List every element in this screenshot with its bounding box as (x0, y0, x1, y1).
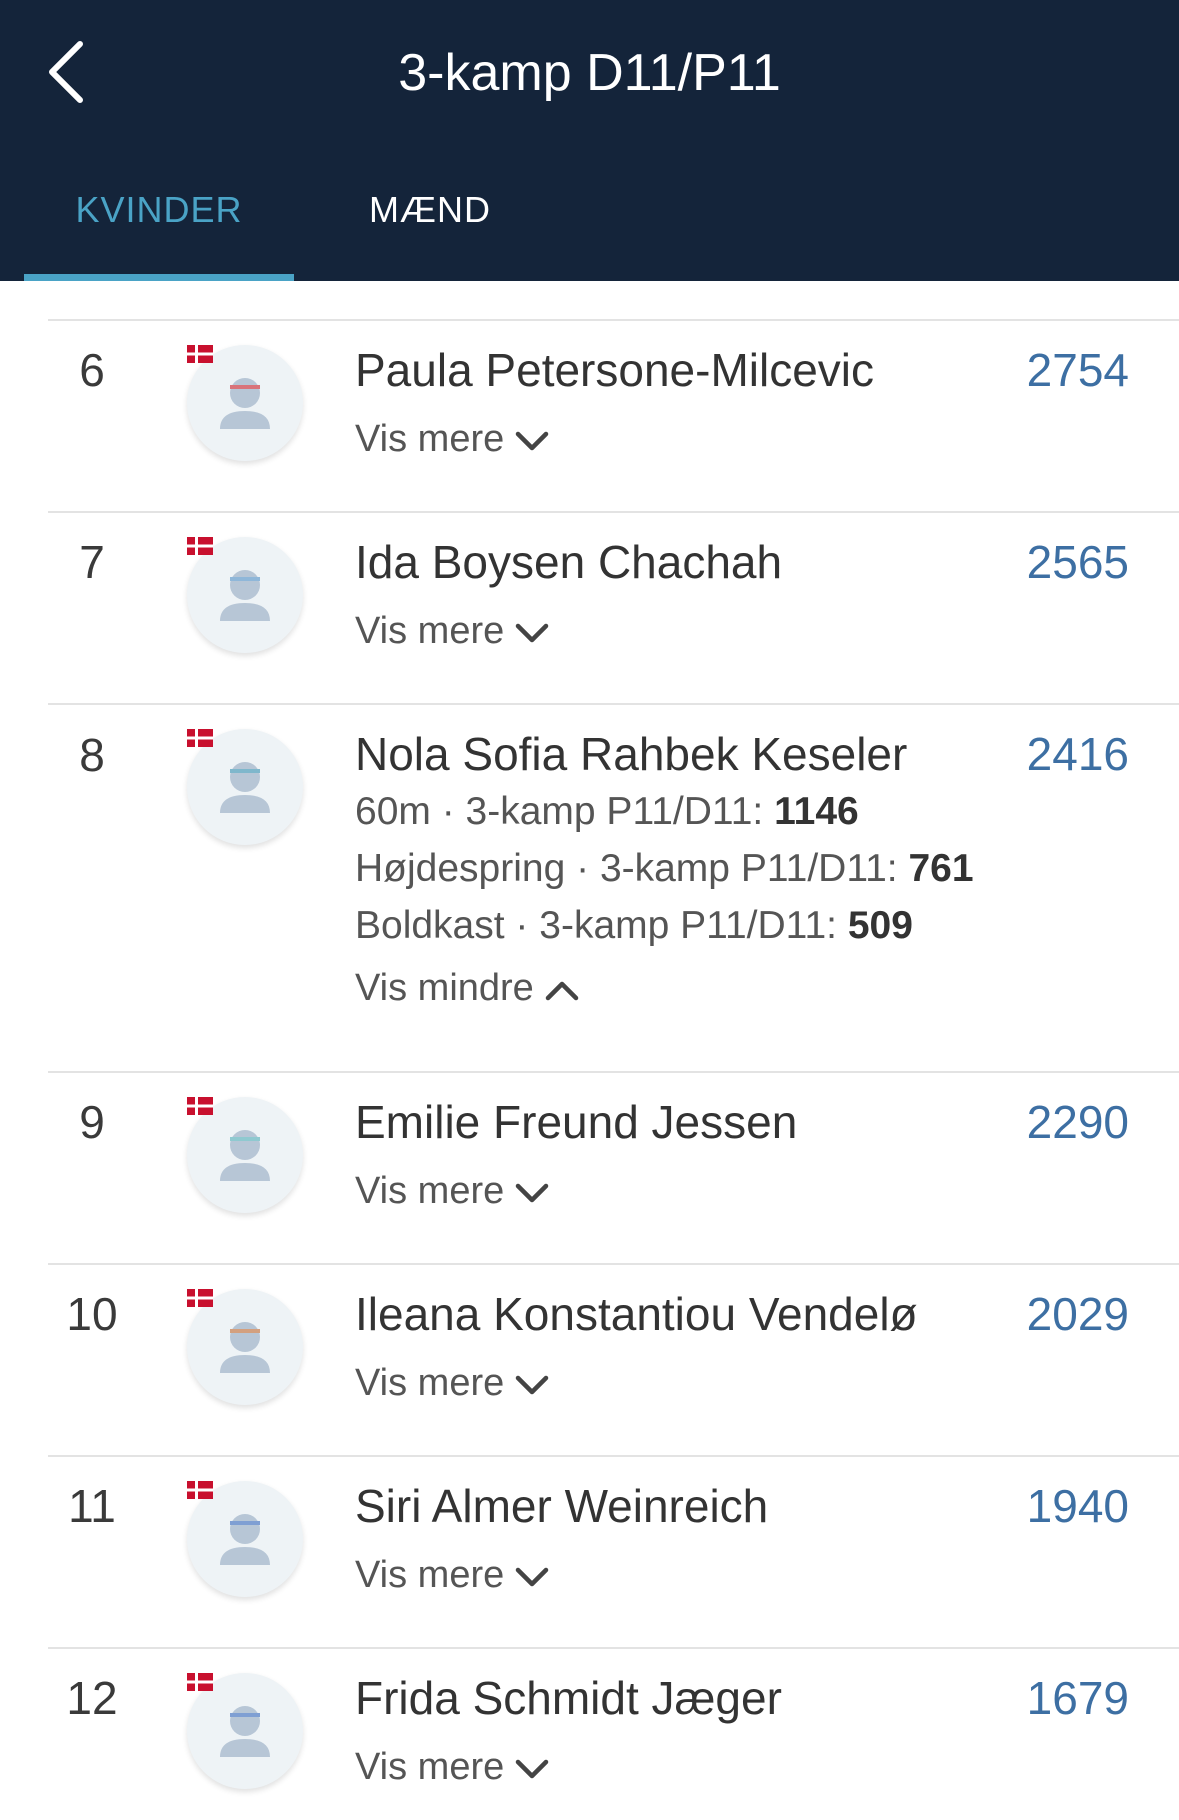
result-row[interactable]: 7 Ida Boysen Chachah 2565 Vis mere (0, 473, 1179, 665)
avatar (187, 1289, 303, 1405)
show-more-toggle[interactable]: Vis mere (355, 1170, 550, 1213)
rank-number: 10 (66, 1288, 118, 1340)
separator-dot: · (565, 847, 600, 890)
athlete-name: Paula Petersone-Milcevic (355, 344, 875, 396)
rank-number: 7 (79, 536, 105, 588)
active-tab-indicator (24, 274, 294, 281)
total-score: 1679 (1026, 1672, 1129, 1724)
denmark-flag-icon (187, 345, 213, 363)
show-more-toggle[interactable]: Vis mere (355, 418, 550, 461)
result-row[interactable]: 6 Paula Petersone-Milcevic 2754 Vis mere (0, 281, 1179, 473)
athlete-name: Ida Boysen Chachah (355, 536, 783, 588)
result-row[interactable]: 10 Ileana Konstantiou Vendelø 2029 Vis mere (0, 1225, 1179, 1417)
result-row[interactable]: 9 Emilie Freund Jessen 2290 Vis mere (0, 1033, 1179, 1225)
result-row[interactable]: 12 Frida Schmidt Jæger 1679 Vis mere (0, 1609, 1179, 1801)
event-points: 761 (908, 847, 974, 890)
show-more-toggle[interactable]: Vis mere (355, 610, 550, 653)
toggle-label: Vis mere (355, 1746, 505, 1788)
event-name: Højdespring (355, 847, 566, 890)
rank-number: 11 (68, 1480, 116, 1532)
event-points: 509 (847, 904, 913, 947)
denmark-flag-icon (187, 1097, 213, 1115)
total-score: 2565 (1026, 536, 1129, 588)
tab-women[interactable]: KVINDER (24, 180, 294, 240)
avatar (187, 1673, 303, 1789)
show-less-toggle[interactable]: Vis mindre (355, 967, 580, 1010)
denmark-flag-icon (187, 537, 213, 555)
event-result: Højdespring · 3-kamp P11/D11: 761 (355, 847, 974, 891)
athlete-name: Emilie Freund Jessen (355, 1096, 798, 1148)
athlete-name: Nola Sofia Rahbek Keseler (355, 728, 908, 780)
event-name: 60m (355, 790, 431, 833)
rank-number: 9 (79, 1096, 105, 1148)
denmark-flag-icon (187, 1481, 213, 1499)
athlete-name: Ileana Konstantiou Vendelø (355, 1288, 918, 1340)
separator-dot: · (430, 790, 466, 833)
denmark-flag-icon (187, 1673, 213, 1691)
athlete-name: Frida Schmidt Jæger (355, 1672, 782, 1724)
result-row[interactable]: 8 Nola Sofia Rahbek Keseler 2416 60m · 3-ka… (0, 665, 1179, 1033)
total-score: 1940 (1026, 1480, 1129, 1532)
chevron-down-icon (516, 431, 549, 451)
page-title: 3-kamp D11/P11 (398, 44, 781, 102)
event-result: Boldkast · 3-kamp P11/D11: 509 (355, 904, 913, 948)
chevron-down-icon (516, 623, 549, 643)
avatar (187, 345, 303, 461)
chevron-down-icon (516, 1759, 549, 1779)
app-header: 3-kamp D11/P11 KVINDER MÆND (0, 0, 1179, 281)
toggle-label: Vis mere (355, 610, 505, 652)
toggle-label: Vis mere (355, 1170, 505, 1212)
event-name: Boldkast (355, 904, 505, 947)
show-more-toggle[interactable]: Vis mere (355, 1554, 550, 1597)
rank-number: 8 (79, 729, 105, 781)
tab-men[interactable]: MÆND (340, 180, 520, 240)
toggle-label: Vis mere (355, 418, 505, 460)
event-category: 3-kamp P11/D11: (599, 847, 898, 890)
avatar (187, 729, 303, 845)
avatar (187, 537, 303, 653)
total-score: 2290 (1026, 1096, 1129, 1148)
denmark-flag-icon (187, 729, 213, 747)
athlete-name: Siri Almer Weinreich (355, 1480, 769, 1532)
toggle-label: Vis mindre (355, 967, 534, 1009)
chevron-up-icon (545, 981, 579, 1001)
rank-number: 6 (79, 344, 105, 396)
toggle-label: Vis mere (355, 1362, 505, 1404)
chevron-down-icon (516, 1375, 549, 1395)
show-more-toggle[interactable]: Vis mere (355, 1362, 550, 1405)
chevron-down-icon (516, 1183, 549, 1203)
event-points: 1146 (774, 790, 859, 833)
total-score: 2416 (1026, 728, 1129, 780)
separator-dot: · (504, 904, 540, 947)
total-score: 2754 (1026, 344, 1129, 396)
result-row[interactable]: 11 Siri Almer Weinreich 1940 Vis mere (0, 1417, 1179, 1609)
denmark-flag-icon (187, 1289, 213, 1307)
event-category: 3-kamp P11/D11: (539, 904, 837, 947)
event-result: 60m · 3-kamp P11/D11: 1146 (355, 790, 859, 834)
total-score: 2029 (1026, 1288, 1129, 1340)
avatar (187, 1481, 303, 1597)
toggle-label: Vis mere (355, 1554, 505, 1596)
avatar (187, 1097, 303, 1213)
event-category: 3-kamp P11/D11: (465, 790, 764, 833)
chevron-down-icon (516, 1567, 549, 1587)
show-more-toggle[interactable]: Vis mere (355, 1746, 550, 1789)
rank-number: 12 (66, 1672, 118, 1724)
